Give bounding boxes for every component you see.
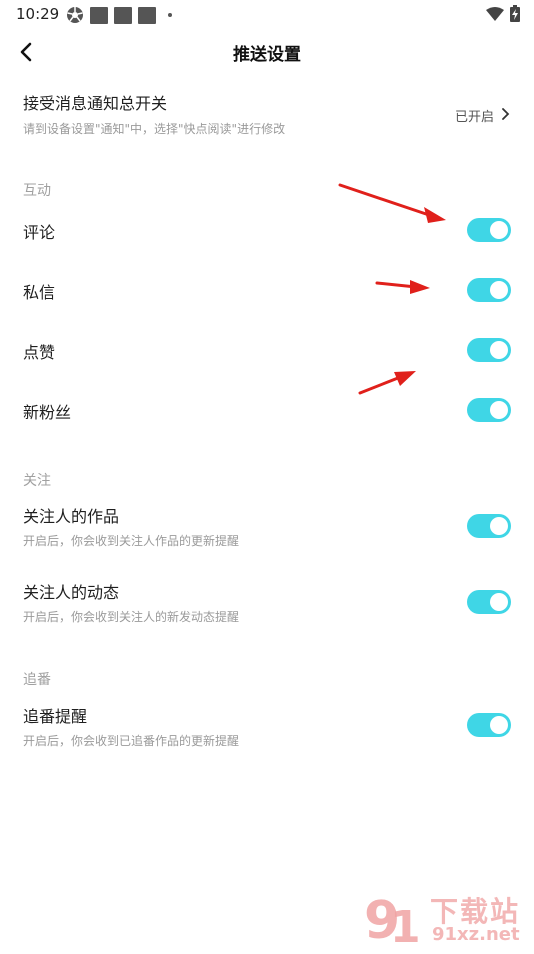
switch-label: 私信 [23,283,56,302]
toggle-knob [490,593,508,611]
switch-label: 新粉丝 [23,403,72,422]
switch-row-followed-activity: 关注人的动态 开启后，你会收到关注人的新发动态提醒 [0,576,534,632]
annotation-arrows [338,183,446,395]
switch-row-comment: 评论 [0,200,534,260]
svg-text:1: 1 [390,902,421,950]
nav-bar: 推送设置 [0,30,534,74]
chase-reminder-toggle[interactable] [467,713,511,737]
comment-toggle[interactable] [467,218,511,242]
watermark-url: 91xz.net [432,924,520,945]
notification-square-icon [90,6,108,24]
like-toggle[interactable] [467,338,511,362]
switch-label: 关注人的作品 [23,507,120,526]
switch-description: 开启后，你会收到关注人的新发动态提醒 [23,610,240,624]
watermark-logo: 9 1 下载站 91xz.net [360,888,534,953]
section-header-chase: 追番 [23,672,51,688]
switch-label: 点赞 [23,343,56,362]
followed-activity-toggle[interactable] [467,590,511,614]
followed-works-toggle[interactable] [467,514,511,538]
wifi-icon [486,6,504,21]
private-message-toggle[interactable] [467,278,511,302]
page-title: 推送设置 [233,45,301,65]
toggle-knob [490,341,508,359]
toggle-knob [490,716,508,734]
notification-square-icon [138,6,156,24]
master-notification-status: 已开启 [454,110,494,125]
switch-row-private-message: 私信 [0,260,534,320]
toggle-knob [490,221,508,239]
switch-row-new-follower: 新粉丝 [0,380,534,440]
chevron-right-icon [502,108,510,120]
master-notification-subtitle: 请到设备设置"通知"中，选择"快点阅读"进行修改 [23,122,286,136]
switch-label: 追番提醒 [23,707,88,726]
toggle-knob [490,517,508,535]
status-time: 10:29 [16,5,60,23]
switch-label: 关注人的动态 [23,583,120,602]
switch-row-followed-works: 关注人的作品 开启后，你会收到关注人作品的更新提醒 [0,500,534,556]
switch-description: 开启后，你会收到关注人作品的更新提醒 [23,534,240,548]
toggle-knob [490,401,508,419]
notification-square-icon [114,6,132,24]
soccer-ball-icon [67,7,83,23]
switch-row-like: 点赞 [0,320,534,380]
toggle-knob [490,281,508,299]
master-notification-row[interactable]: 接受消息通知总开关 请到设备设置"通知"中，选择"快点阅读"进行修改 已开启 [0,86,534,142]
notification-icons [66,6,172,24]
new-follower-toggle[interactable] [467,398,511,422]
status-bar: 10:29 [0,0,534,30]
battery-charging-icon [510,5,520,22]
system-icons [486,5,520,22]
more-notifications-dot-icon [168,13,172,17]
master-notification-title: 接受消息通知总开关 [23,94,168,113]
switch-label: 评论 [23,223,56,242]
section-header-interaction: 互动 [23,183,51,199]
switch-row-chase-reminder: 追番提醒 开启后，你会收到已追番作品的更新提醒 [0,700,534,756]
switch-description: 开启后，你会收到已追番作品的更新提醒 [23,734,240,748]
section-header-follow: 关注 [23,473,51,489]
